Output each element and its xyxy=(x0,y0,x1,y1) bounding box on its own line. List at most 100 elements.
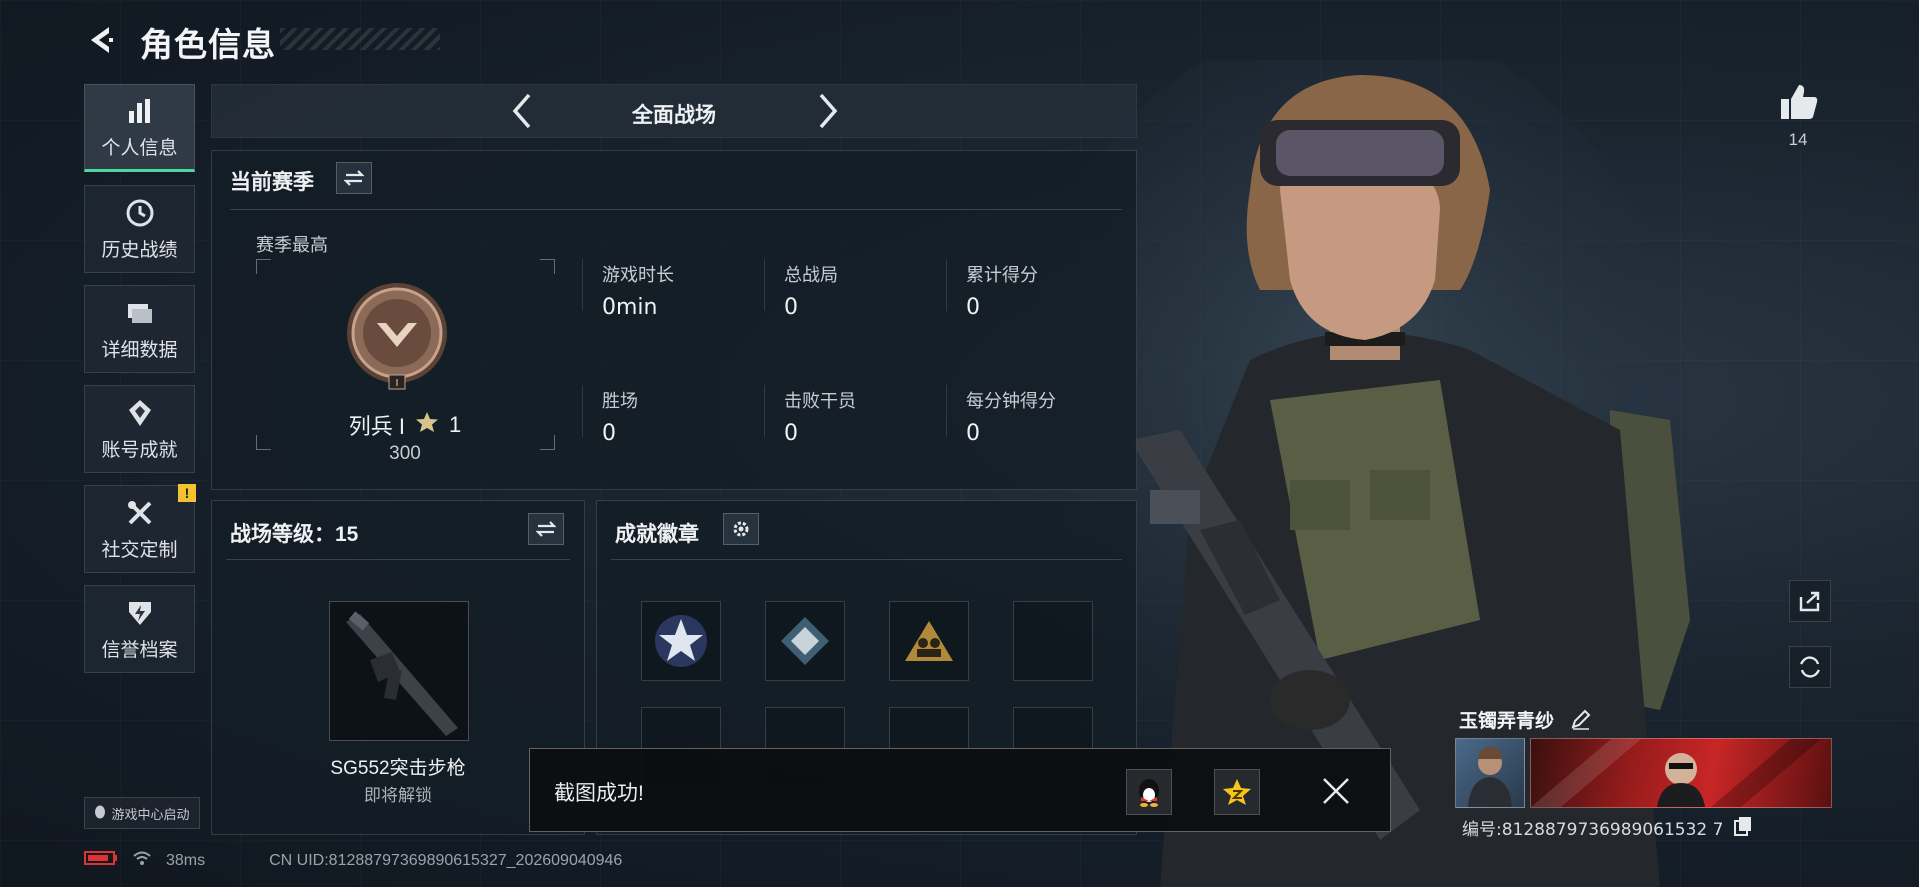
folder-data-icon xyxy=(124,297,156,329)
wifi-icon xyxy=(132,850,152,871)
season-panel: 当前赛季 赛季最高 I 列兵 I 1 300 游戏时长 0min 总战局 0 累… xyxy=(211,150,1137,490)
stat-value: 0min xyxy=(602,295,658,320)
badge-slot[interactable] xyxy=(765,601,845,681)
player-id-text: 编号:8128879736989061532 7 xyxy=(1462,820,1724,840)
sidebar-item-label: 详细数据 xyxy=(101,339,178,361)
share-icon xyxy=(1799,591,1820,612)
rifle-icon xyxy=(346,611,458,736)
mode-name: 全面战场 xyxy=(632,104,716,127)
frame-corner xyxy=(256,259,271,274)
close-icon xyxy=(1323,778,1349,804)
refresh-button[interactable] xyxy=(1789,646,1831,688)
sidebar-item-social[interactable]: 社交定制 ! xyxy=(84,484,196,573)
history-clock-icon xyxy=(124,197,156,229)
frame-corner xyxy=(540,259,555,274)
banner-art xyxy=(1531,739,1821,807)
share-qzone-button[interactable] xyxy=(1214,769,1260,815)
credit-shield-icon xyxy=(124,597,156,629)
stat-label: 击败干员 xyxy=(784,391,856,411)
player-id: 编号:8128879736989061532 7 xyxy=(1462,815,1723,840)
soldiers-emblem-icon xyxy=(905,621,953,661)
stat-separator xyxy=(582,259,583,311)
star-emblem-icon xyxy=(655,615,707,667)
status-bar: 38ms CN UID:81288797369890615327_2026090… xyxy=(84,850,622,871)
season-switch-button[interactable] xyxy=(336,162,372,194)
sidebar-item-label: 历史战绩 xyxy=(101,239,178,261)
weapon-reward-card[interactable] xyxy=(329,601,469,741)
pencil-icon xyxy=(1571,709,1591,730)
panel-divider xyxy=(230,209,1122,210)
stat-label: 总战局 xyxy=(784,265,838,285)
achievement-icon xyxy=(124,397,156,429)
gear-icon xyxy=(733,521,749,537)
level-title: 战场等级：15 xyxy=(230,523,359,546)
badge-settings-button[interactable] xyxy=(723,513,759,545)
bar-chart-icon xyxy=(124,95,156,127)
avatar-image xyxy=(1468,747,1512,807)
penguin-icon xyxy=(94,805,106,822)
season-best-label: 赛季最高 xyxy=(256,235,328,255)
swap-icon xyxy=(344,170,364,186)
stat-value: 0 xyxy=(966,421,980,446)
stat-value: 0 xyxy=(602,421,616,446)
sidebar-item-label: 个人信息 xyxy=(101,137,178,159)
badge-slot[interactable] xyxy=(889,601,969,681)
refresh-icon xyxy=(1800,656,1820,678)
sidebar-item-detail-data[interactable]: 详细数据 xyxy=(84,285,195,373)
player-name-text: 玉镯弄青纱 xyxy=(1459,711,1555,732)
swap-icon xyxy=(536,521,556,537)
qq-penguin-icon xyxy=(1139,779,1159,807)
rank-numeral: I xyxy=(396,378,399,389)
next-mode-button[interactable] xyxy=(808,91,848,131)
sidebar-item-credit[interactable]: 信誉档案 xyxy=(84,585,195,673)
like-button[interactable] xyxy=(1777,80,1821,124)
stat-label: 累计得分 xyxy=(966,265,1038,285)
stat-value: 0 xyxy=(784,421,798,446)
diamond-emblem-icon xyxy=(781,617,829,665)
copy-icon xyxy=(1734,817,1751,836)
title-decoration xyxy=(280,28,440,50)
ping-value: 38ms xyxy=(166,851,206,869)
stat-label: 胜场 xyxy=(602,391,638,411)
badge-slot[interactable] xyxy=(641,601,721,681)
badges-title: 成就徽章 xyxy=(615,523,699,546)
stat-separator xyxy=(946,259,947,311)
uid-text: CN UID:81288797369890615327_202609040946 xyxy=(269,851,623,869)
sidebar-item-achievements[interactable]: 账号成就 xyxy=(84,385,195,473)
stat-label: 每分钟得分 xyxy=(966,391,1056,411)
level-switch-button[interactable] xyxy=(528,513,564,545)
stat-value: 0 xyxy=(784,295,798,320)
sidebar-item-personal-info[interactable]: 个人信息 xyxy=(84,84,195,172)
rank-stars: 1 xyxy=(448,412,462,437)
game-center-button[interactable]: 游戏中心启动 xyxy=(84,797,200,829)
page-title: 角色信息 xyxy=(140,26,276,63)
close-toast-button[interactable] xyxy=(1316,771,1356,811)
stat-value: 0 xyxy=(966,295,980,320)
copy-id-button[interactable] xyxy=(1734,816,1752,841)
chevron-right-icon xyxy=(819,93,838,129)
edit-name-button[interactable] xyxy=(1570,708,1592,735)
battery-icon xyxy=(84,850,118,871)
panel-divider xyxy=(226,559,570,560)
season-title: 当前赛季 xyxy=(230,171,314,194)
share-button[interactable] xyxy=(1789,580,1831,622)
mode-selector: 全面战场 xyxy=(211,84,1137,138)
nameplate-banner[interactable] xyxy=(1530,738,1832,808)
star-icon xyxy=(415,411,439,439)
stat-separator xyxy=(582,385,583,437)
qzone-star-icon xyxy=(1223,779,1251,805)
sidebar-item-label: 账号成就 xyxy=(101,439,178,461)
player-name: 玉镯弄青纱 xyxy=(1459,706,1554,733)
sidebar-item-label: 社交定制 xyxy=(101,539,178,561)
screenshot-toast: 截图成功! xyxy=(529,748,1391,832)
avatar[interactable] xyxy=(1455,738,1525,808)
badge-slot[interactable] xyxy=(1013,601,1093,681)
rank-line: 列兵 I 1 xyxy=(256,409,554,441)
like-count: 14 xyxy=(1788,130,1808,149)
tools-icon xyxy=(124,497,156,529)
back-button[interactable] xyxy=(84,22,120,58)
sidebar-item-history[interactable]: 历史战绩 xyxy=(84,185,195,273)
sidebar-item-label: 信誉档案 xyxy=(101,639,178,661)
panel-divider xyxy=(611,559,1122,560)
share-qq-button[interactable] xyxy=(1126,769,1172,815)
